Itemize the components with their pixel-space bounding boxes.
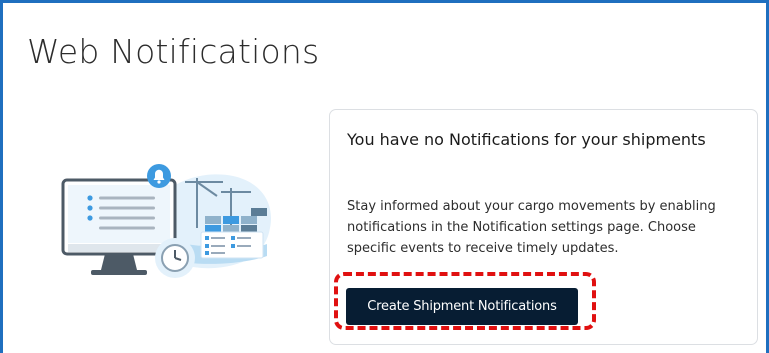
status-list-card <box>200 231 264 259</box>
empty-state-heading: You have no Notifications for your shipm… <box>347 130 706 149</box>
bell-icon <box>147 164 171 188</box>
empty-state-description: Stay informed about your cargo movements… <box>347 199 716 256</box>
clock-icon <box>155 238 195 278</box>
create-shipment-notifications-button[interactable]: Create Shipment Notifications <box>346 288 578 325</box>
page-title: Web Notifications <box>27 32 320 72</box>
notifications-illustration <box>61 164 271 278</box>
